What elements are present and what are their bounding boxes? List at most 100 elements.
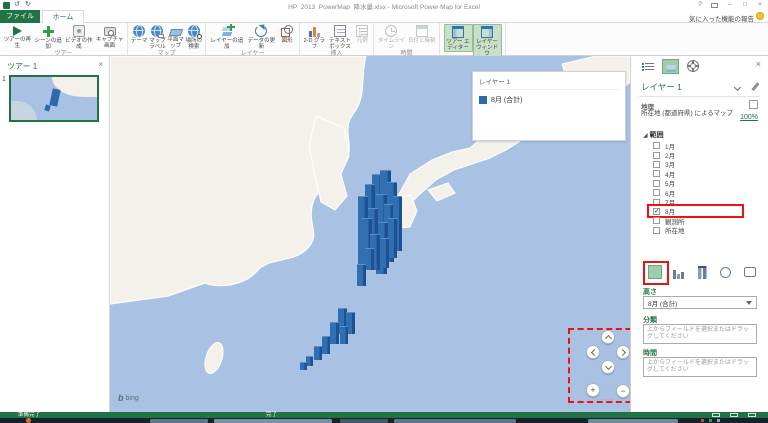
- ribbon-options-icon[interactable]: [711, 3, 718, 8]
- scene-thumbnail[interactable]: [9, 75, 99, 122]
- ribbon-group-layer: レイヤーの追加 データの更新 図形 レイヤー: [206, 23, 300, 55]
- category-drop-zone[interactable]: 上からフィールドを選択またはドラッグしてください: [643, 324, 757, 344]
- layer-pane: × レイヤー 1 地理 所在地 (都道府県) によるマップ 100% ◢範囲 1…: [630, 56, 768, 412]
- flat-map-button[interactable]: 平面マップ: [167, 24, 185, 49]
- field-row-jan[interactable]: 1月: [631, 141, 768, 150]
- taskbar-window[interactable]: [394, 419, 516, 423]
- field-row-apr[interactable]: 4月: [631, 169, 768, 178]
- timeline-button[interactable]: タイムライン: [376, 24, 407, 50]
- themes-button[interactable]: テーマ: [130, 24, 148, 44]
- time-drop-zone[interactable]: 上からフィールドを選択またはドラッグしてください: [643, 357, 757, 377]
- zoom-view-icon[interactable]: [748, 413, 756, 417]
- taskbar-window[interactable]: [588, 419, 678, 423]
- clustered-column-icon[interactable]: [672, 265, 686, 279]
- checkbox[interactable]: [653, 161, 660, 168]
- tray-icon[interactable]: [709, 419, 712, 422]
- data-column[interactable]: [365, 248, 374, 270]
- dropdown-caret-icon: [746, 301, 752, 305]
- bubble-icon[interactable]: [720, 265, 734, 279]
- checkbox[interactable]: [653, 227, 660, 234]
- data-column[interactable]: [330, 322, 339, 344]
- windows-taskbar[interactable]: [0, 418, 768, 423]
- data-column[interactable]: [340, 326, 348, 344]
- field-row-aug[interactable]: ✓ 8月: [631, 207, 768, 216]
- pan-right-button[interactable]: [616, 345, 630, 359]
- layer-manager-tab[interactable]: [662, 59, 679, 74]
- help-button[interactable]: ?: [694, 1, 706, 8]
- find-location-button[interactable]: 場所の検索: [185, 24, 203, 50]
- edit-geography-icon[interactable]: [749, 100, 758, 109]
- capture-screen-button[interactable]: キャプチャ画面: [94, 24, 125, 49]
- data-column[interactable]: [300, 362, 307, 370]
- field-row-mar[interactable]: 3月: [631, 160, 768, 169]
- data-column[interactable]: [357, 264, 366, 286]
- taskbar-window[interactable]: [214, 419, 332, 423]
- start-orb-icon[interactable]: [26, 418, 31, 423]
- bing-logo: b bing: [118, 393, 139, 403]
- checkbox[interactable]: [653, 152, 660, 159]
- field-row-may[interactable]: 5月: [631, 179, 768, 188]
- zoom-out-button[interactable]: −: [616, 384, 630, 398]
- taskbar-window[interactable]: [340, 419, 388, 423]
- normal-view-icon[interactable]: [712, 413, 720, 417]
- restore-button[interactable]: □: [739, 1, 751, 8]
- hundred-percent-column-icon[interactable]: [696, 265, 710, 279]
- date-time-button[interactable]: 日付と時刻: [407, 24, 438, 44]
- minimize-button[interactable]: –: [724, 1, 736, 8]
- map-legend[interactable]: レイヤー 1 8月 (合計): [472, 71, 626, 141]
- pan-down-button[interactable]: [601, 360, 615, 374]
- checkbox[interactable]: [653, 180, 660, 187]
- taskbar-window[interactable]: [150, 419, 208, 423]
- field-row-feb[interactable]: 2月: [631, 150, 768, 159]
- data-column[interactable]: [306, 356, 313, 366]
- tab-home[interactable]: ホーム: [42, 10, 84, 23]
- data-column[interactable]: [322, 336, 330, 354]
- tray-icon[interactable]: [717, 419, 720, 422]
- legend-button[interactable]: 凡例: [353, 24, 371, 44]
- settings-gear-icon[interactable]: [687, 60, 699, 72]
- layer-pane-close-button[interactable]: ×: [756, 59, 761, 69]
- tab-file[interactable]: ファイル: [0, 10, 40, 23]
- zoom-in-button[interactable]: +: [586, 383, 600, 397]
- height-field-dropdown[interactable]: 8月 (合計): [643, 296, 757, 309]
- checkbox[interactable]: [653, 170, 660, 177]
- create-video-button[interactable]: ビデオの作成: [64, 24, 95, 50]
- chevron-left-icon: [590, 348, 597, 355]
- region-icon[interactable]: [744, 265, 758, 279]
- fields-section-header[interactable]: ◢範囲: [643, 130, 664, 140]
- pan-left-button[interactable]: [586, 345, 600, 359]
- checkbox[interactable]: [653, 142, 660, 149]
- tour-editor-toggle[interactable]: ツアー エディター: [444, 24, 473, 52]
- layer-pane-toggle[interactable]: レイヤー ウィンドウ: [473, 24, 502, 58]
- checkbox[interactable]: [653, 217, 660, 224]
- map-labels-button[interactable]: マップ ラベル: [148, 24, 166, 50]
- collapse-chevron-icon[interactable]: [734, 84, 741, 91]
- text-box-button[interactable]: テキスト ボックス: [327, 24, 354, 50]
- geocoding-percent-link[interactable]: 100%: [740, 114, 758, 121]
- add-layer-button[interactable]: レイヤーの追加: [208, 24, 246, 50]
- data-column[interactable]: [388, 218, 397, 258]
- tray-icon[interactable]: [701, 419, 704, 422]
- field-list-tab[interactable]: [641, 61, 655, 73]
- tour-pane-close-button[interactable]: ×: [98, 60, 103, 69]
- add-scene-button[interactable]: シーンの追加: [33, 24, 64, 50]
- rename-pencil-icon[interactable]: [751, 82, 759, 91]
- shapes-button[interactable]: 図形: [277, 24, 297, 44]
- feedback-link[interactable]: 気に入った機能の報告: [689, 13, 754, 23]
- page-layout-icon[interactable]: [730, 413, 738, 417]
- refresh-data-button[interactable]: データの更新: [246, 24, 278, 50]
- pan-up-button[interactable]: [601, 330, 615, 344]
- map-canvas[interactable]: レイヤー 1 8月 (合計) b bing + − ·······: [110, 56, 630, 412]
- data-column[interactable]: [314, 346, 322, 360]
- field-row-station[interactable]: 観測所: [631, 216, 768, 225]
- close-button[interactable]: ×: [754, 1, 766, 8]
- 2d-chart-button[interactable]: 2-D グラフ: [302, 24, 327, 50]
- play-tour-button[interactable]: ツアーの再生: [2, 24, 33, 49]
- ribbon: ツアーの再生 シーンの追加 ビデオの作成 キャプチャ画面 ツアー テーマ マップ…: [0, 23, 768, 56]
- checkbox[interactable]: [653, 189, 660, 196]
- smiley-icon[interactable]: [756, 12, 764, 20]
- field-row-location[interactable]: 所在地: [631, 226, 768, 235]
- stacked-column-icon[interactable]: [648, 265, 662, 279]
- field-row-jun[interactable]: 6月: [631, 188, 768, 197]
- data-column[interactable]: [380, 238, 389, 268]
